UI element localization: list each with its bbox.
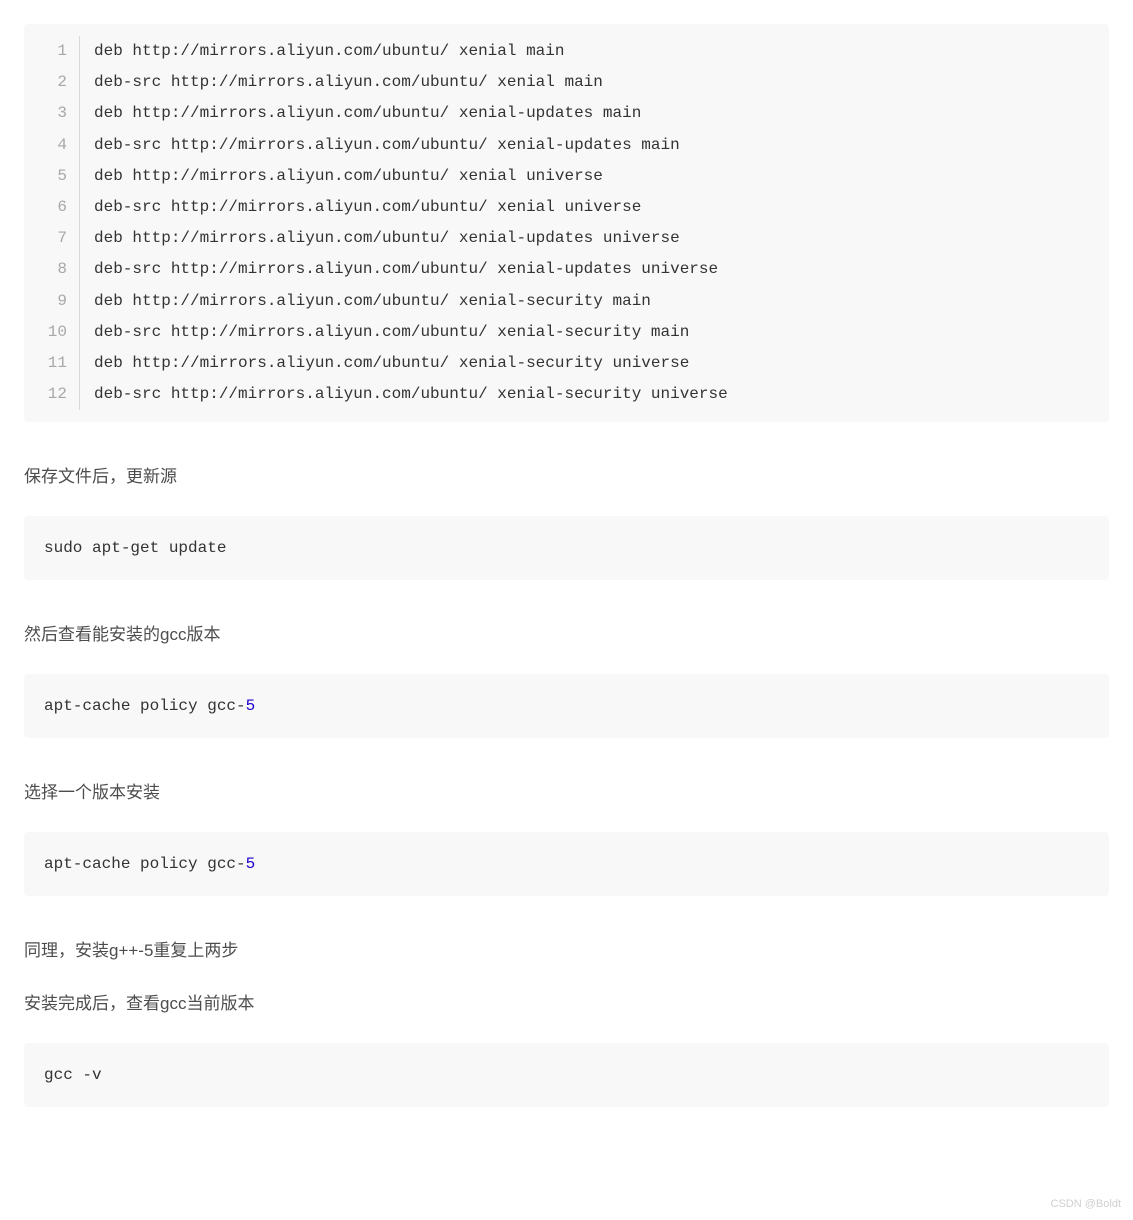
code-line: 11deb http://mirrors.aliyun.com/ubuntu/ … [24, 348, 1109, 379]
code-line: 12deb-src http://mirrors.aliyun.com/ubun… [24, 379, 1109, 410]
code-apt-cache-gcc-2: apt-cache policy gcc-5 [24, 832, 1109, 896]
line-text: deb-src http://mirrors.aliyun.com/ubuntu… [80, 130, 680, 161]
line-number: 1 [24, 36, 80, 67]
paragraph-after-install: 安装完成后，查看gcc当前版本 [24, 989, 1109, 1019]
watermark: CSDN @Boldt [1051, 1195, 1121, 1214]
code-line: 7deb http://mirrors.aliyun.com/ubuntu/ x… [24, 223, 1109, 254]
line-number: 10 [24, 317, 80, 348]
line-number: 11 [24, 348, 80, 379]
line-number: 6 [24, 192, 80, 223]
line-text: deb-src http://mirrors.aliyun.com/ubuntu… [80, 379, 728, 410]
line-text: deb http://mirrors.aliyun.com/ubuntu/ xe… [80, 348, 689, 379]
code-apt-cache-gcc: apt-cache policy gcc-5 [24, 674, 1109, 738]
line-number: 8 [24, 254, 80, 285]
code-line: 1deb http://mirrors.aliyun.com/ubuntu/ x… [24, 36, 1109, 67]
sources-list-code-block: 1deb http://mirrors.aliyun.com/ubuntu/ x… [24, 24, 1109, 422]
paragraph-choose-version: 选择一个版本安装 [24, 778, 1109, 808]
line-number: 7 [24, 223, 80, 254]
code-line: 2deb-src http://mirrors.aliyun.com/ubunt… [24, 67, 1109, 98]
code-gcc-v: gcc -v [24, 1043, 1109, 1107]
line-text: deb http://mirrors.aliyun.com/ubuntu/ xe… [80, 161, 603, 192]
code-apt-update: sudo apt-get update [24, 516, 1109, 580]
line-number: 5 [24, 161, 80, 192]
paragraph-gpp-same: 同理，安装g++-5重复上两步 [24, 936, 1109, 966]
line-text: deb http://mirrors.aliyun.com/ubuntu/ xe… [80, 36, 564, 67]
paragraph-save-update: 保存文件后，更新源 [24, 462, 1109, 492]
line-number: 2 [24, 67, 80, 98]
line-text: deb-src http://mirrors.aliyun.com/ubuntu… [80, 67, 603, 98]
line-text: deb-src http://mirrors.aliyun.com/ubuntu… [80, 192, 641, 223]
code-line: 8deb-src http://mirrors.aliyun.com/ubunt… [24, 254, 1109, 285]
code-line: 6deb-src http://mirrors.aliyun.com/ubunt… [24, 192, 1109, 223]
code-line: 9deb http://mirrors.aliyun.com/ubuntu/ x… [24, 286, 1109, 317]
line-number: 9 [24, 286, 80, 317]
line-text: deb-src http://mirrors.aliyun.com/ubuntu… [80, 254, 718, 285]
line-text: deb-src http://mirrors.aliyun.com/ubuntu… [80, 317, 689, 348]
code-line: 10deb-src http://mirrors.aliyun.com/ubun… [24, 317, 1109, 348]
code-line: 4deb-src http://mirrors.aliyun.com/ubunt… [24, 130, 1109, 161]
paragraph-check-gcc: 然后查看能安装的gcc版本 [24, 620, 1109, 650]
line-text: deb http://mirrors.aliyun.com/ubuntu/ xe… [80, 286, 651, 317]
line-text: deb http://mirrors.aliyun.com/ubuntu/ xe… [80, 223, 680, 254]
line-text: deb http://mirrors.aliyun.com/ubuntu/ xe… [80, 98, 641, 129]
line-number: 4 [24, 130, 80, 161]
code-line: 5deb http://mirrors.aliyun.com/ubuntu/ x… [24, 161, 1109, 192]
line-number: 3 [24, 98, 80, 129]
code-line: 3deb http://mirrors.aliyun.com/ubuntu/ x… [24, 98, 1109, 129]
line-number: 12 [24, 379, 80, 410]
